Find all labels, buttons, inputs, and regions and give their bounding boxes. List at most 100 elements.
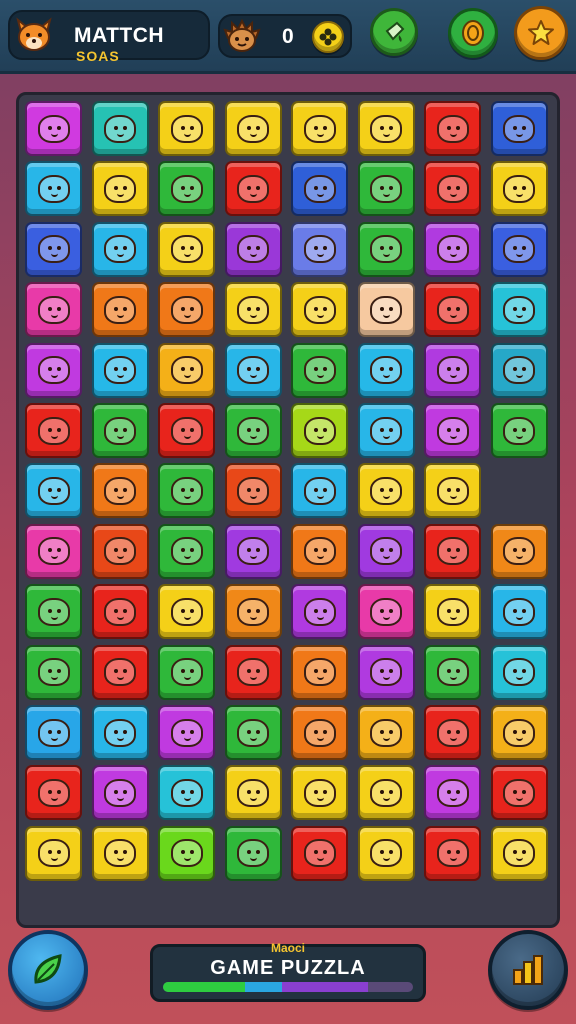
board-tile[interactable]	[158, 101, 215, 156]
board-tile[interactable]	[291, 342, 348, 398]
board-tile[interactable]	[424, 403, 481, 458]
board-tile[interactable]	[357, 765, 415, 821]
board-tile[interactable]	[91, 161, 149, 217]
board-tile[interactable]	[25, 644, 82, 700]
board-tile[interactable]	[224, 342, 282, 398]
board-tile[interactable]	[291, 705, 348, 760]
board-tile[interactable]	[490, 403, 548, 458]
board-tile[interactable]	[224, 221, 282, 277]
board-tile[interactable]	[424, 765, 481, 821]
board-tile[interactable]	[357, 705, 415, 760]
board-tile[interactable]	[224, 282, 282, 338]
board-tile[interactable]	[424, 342, 481, 398]
board-tile[interactable]	[25, 282, 82, 338]
board-tile[interactable]	[424, 463, 481, 519]
board-tile[interactable]	[291, 584, 348, 640]
board-tile[interactable]	[25, 825, 82, 881]
board-tile[interactable]	[224, 403, 282, 458]
board-tile[interactable]	[490, 825, 548, 881]
board-tile[interactable]	[424, 644, 481, 700]
board-tile[interactable]	[357, 584, 415, 640]
board-tile[interactable]	[25, 161, 82, 217]
board-tile[interactable]	[424, 282, 481, 338]
board-tile[interactable]	[224, 584, 282, 640]
board-tile[interactable]	[91, 282, 149, 338]
board-tile[interactable]	[158, 403, 215, 458]
board-tile[interactable]	[357, 101, 415, 156]
board-tile[interactable]	[291, 403, 348, 458]
board-tile[interactable]	[91, 825, 149, 881]
board-tile[interactable]	[291, 644, 348, 700]
board-tile[interactable]	[91, 403, 149, 458]
board-tile[interactable]	[91, 765, 149, 821]
board-tile[interactable]	[25, 705, 82, 760]
board-tile[interactable]	[25, 584, 82, 640]
board-tile[interactable]	[490, 705, 548, 760]
board-tile[interactable]	[291, 825, 348, 881]
board-tile[interactable]	[224, 705, 282, 760]
board-tile[interactable]	[357, 644, 415, 700]
board-tile[interactable]	[424, 825, 481, 881]
board-tile[interactable]	[158, 342, 215, 398]
board-tile[interactable]	[490, 161, 548, 217]
board-tile[interactable]	[158, 161, 215, 217]
board-tile[interactable]	[224, 765, 282, 821]
board-tile[interactable]	[224, 644, 282, 700]
board-tile[interactable]	[91, 342, 149, 398]
board-tile[interactable]	[357, 282, 415, 338]
board-tile[interactable]	[291, 221, 348, 277]
board-tile[interactable]	[25, 463, 82, 519]
favorites-button[interactable]	[514, 6, 568, 60]
board-tile[interactable]	[357, 463, 415, 519]
board-tile[interactable]	[25, 221, 82, 277]
board-tile[interactable]	[158, 221, 215, 277]
board-tile[interactable]	[91, 463, 149, 519]
board-tile[interactable]	[424, 161, 481, 217]
coin-button[interactable]	[448, 8, 498, 58]
board-tile[interactable]	[91, 221, 149, 277]
shop-button[interactable]	[370, 8, 418, 56]
board-tile[interactable]	[158, 705, 215, 760]
powerup-button[interactable]	[8, 930, 88, 1010]
board-tile[interactable]	[224, 161, 282, 217]
board-tile[interactable]	[158, 644, 215, 700]
board-tile[interactable]	[224, 523, 282, 579]
board-tile[interactable]	[291, 161, 348, 217]
board-tile[interactable]	[490, 221, 548, 277]
board-tile[interactable]	[357, 523, 415, 579]
board-tile[interactable]	[490, 101, 548, 156]
board-tile[interactable]	[357, 161, 415, 217]
board-tile[interactable]	[357, 342, 415, 398]
board-tile[interactable]	[357, 825, 415, 881]
stats-button[interactable]	[488, 930, 568, 1010]
board-tile[interactable]	[424, 101, 481, 156]
board-tile[interactable]	[91, 523, 149, 579]
board-tile[interactable]	[424, 584, 481, 640]
board-tile[interactable]	[158, 463, 215, 519]
board-tile[interactable]	[424, 705, 481, 760]
board-tile[interactable]	[91, 101, 149, 156]
board-tile[interactable]	[158, 825, 215, 881]
board-tile[interactable]	[91, 705, 149, 760]
board-tile[interactable]	[490, 282, 548, 338]
board-tile[interactable]	[158, 584, 215, 640]
board-tile[interactable]	[490, 584, 548, 640]
board-tile[interactable]	[490, 523, 548, 579]
board-tile[interactable]	[158, 282, 215, 338]
board-tile[interactable]	[25, 101, 82, 156]
board-tile[interactable]	[291, 463, 348, 519]
board-tile[interactable]	[224, 101, 282, 156]
board-tile[interactable]	[158, 523, 215, 579]
board-tile[interactable]	[357, 403, 415, 458]
board-tile[interactable]	[25, 765, 82, 821]
board-tile[interactable]	[490, 765, 548, 821]
board-tile[interactable]	[357, 221, 415, 277]
board-tile[interactable]	[91, 584, 149, 640]
board-tile[interactable]	[25, 523, 82, 579]
board-tile[interactable]	[91, 644, 149, 700]
board-tile[interactable]	[291, 101, 348, 156]
board-tile[interactable]	[291, 282, 348, 338]
board-tile[interactable]	[158, 765, 215, 821]
board-tile[interactable]	[424, 221, 481, 277]
board-tile[interactable]	[490, 342, 548, 398]
